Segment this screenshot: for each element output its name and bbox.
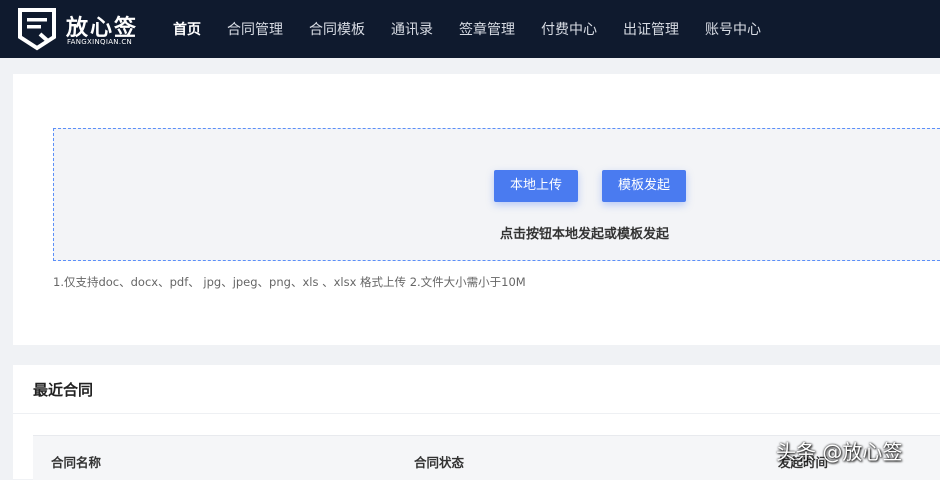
recent-contracts-title: 最近合同 [33,381,94,399]
nav-contract-templates[interactable]: 合同模板 [309,19,365,39]
nav-home[interactable]: 首页 [173,19,201,39]
template-start-button[interactable]: 模板发起 [602,170,687,202]
logo-subtitle: FANGXINQIAN.CN [67,38,133,46]
nav-account-center[interactable]: 账号中心 [705,19,761,39]
column-contract-name: 合同名称 [51,455,102,470]
upload-card: 本地上传 模板发起 点击按钮本地发起或模板发起 1.仅支持doc、docx、pd… [13,74,940,345]
shield-document-icon [18,8,56,51]
nav-contacts[interactable]: 通讯录 [391,19,433,39]
logo[interactable]: 放心签 FANGXINQIAN.CN [16,7,146,51]
main-nav: 首页 合同管理 合同模板 通讯录 签章管理 付费中心 出证管理 账号中心 [160,0,774,58]
divider [13,413,940,414]
top-navbar: 放心签 FANGXINQIAN.CN 首页 合同管理 合同模板 通讯录 签章管理… [0,0,940,58]
upload-format-note: 1.仅支持doc、docx、pdf、 jpg、jpeg、png、xls 、xls… [53,275,526,289]
column-contract-status: 合同状态 [414,455,465,470]
watermark: 头条 @放心签 [776,440,903,464]
upload-dropzone[interactable]: 本地上传 模板发起 点击按钮本地发起或模板发起 [53,128,940,261]
nav-seal-management[interactable]: 签章管理 [459,19,515,39]
nav-contract-management[interactable]: 合同管理 [227,19,283,39]
nav-certificate-management[interactable]: 出证管理 [623,19,679,39]
upload-hint: 点击按钮本地发起或模板发起 [500,227,670,242]
local-upload-button[interactable]: 本地上传 [494,170,579,202]
nav-billing-center[interactable]: 付费中心 [541,19,597,39]
